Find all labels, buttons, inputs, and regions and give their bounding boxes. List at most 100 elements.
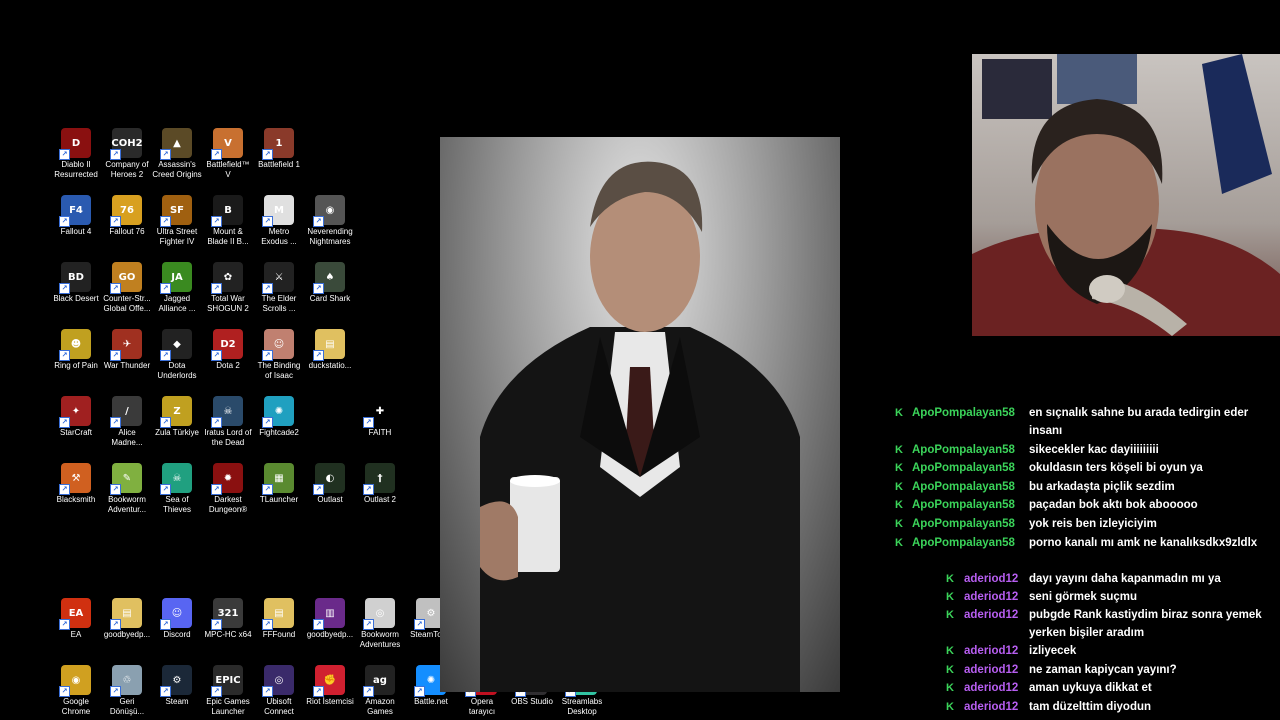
desktop-icon[interactable]: ☻ ↗ Ring of Pain bbox=[51, 329, 101, 371]
desktop-icon[interactable]: ◐ ↗ Outlast bbox=[305, 463, 355, 505]
desktop-icon[interactable]: ▥ ↗ goodbyedp... bbox=[305, 598, 355, 640]
shortcut-arrow-icon: ↗ bbox=[110, 417, 121, 428]
desktop-icon[interactable]: ♠ ↗ Card Shark bbox=[305, 262, 355, 304]
desktop-icon[interactable]: ◎ ↗ Ubisoft Connect bbox=[254, 665, 304, 717]
app-icon: ☺ ↗ bbox=[262, 329, 294, 361]
chat-username[interactable]: ApoPompalayan58 bbox=[912, 441, 1015, 459]
shortcut-arrow-icon: ↗ bbox=[414, 619, 425, 630]
desktop-icon[interactable]: M ↗ Metro Exodus ... bbox=[254, 195, 304, 247]
desktop-icon[interactable]: ✚ ↗ FAITH bbox=[355, 396, 405, 438]
desktop-icon[interactable]: D2 ↗ Dota 2 bbox=[203, 329, 253, 371]
desktop-icon[interactable]: ✦ ↗ StarCraft bbox=[51, 396, 101, 438]
chat-text: ne zaman kapiycan yayını? bbox=[1029, 664, 1177, 676]
desktop-icon[interactable]: 1 ↗ Battlefield 1 bbox=[254, 128, 304, 170]
desktop-icon[interactable]: ⚙ ↗ Steam bbox=[152, 665, 202, 707]
chat-username[interactable]: ApoPompalayan58 bbox=[912, 515, 1015, 533]
desktop-icon[interactable]: Z ↗ Zula Türkiye bbox=[152, 396, 202, 438]
desktop-icon-label: Geri Dönüşü... bbox=[109, 697, 145, 716]
chat-username[interactable]: ApoPompalayan58 bbox=[912, 534, 1015, 552]
desktop-icon[interactable]: ▤ ↗ duckstatio... bbox=[305, 329, 355, 371]
desktop-icon-label: Outlast bbox=[317, 495, 343, 504]
desktop-icon[interactable]: ▤ ↗ FFFound bbox=[254, 598, 304, 640]
desktop-icon[interactable]: 76 ↗ Fallout 76 bbox=[102, 195, 152, 237]
app-icon: SF ↗ bbox=[160, 195, 192, 227]
desktop-icon[interactable]: / ↗ Alice Madne... bbox=[102, 396, 152, 448]
chat-username[interactable]: ApoPompalayan58 bbox=[912, 459, 1015, 477]
desktop-icon[interactable]: B ↗ Mount & Blade II B... bbox=[203, 195, 253, 247]
chat-username[interactable]: aderiod12 bbox=[964, 570, 1018, 588]
desktop-icon[interactable]: V ↗ Battlefield™ V bbox=[203, 128, 253, 180]
desktop-icon[interactable]: ag ↗ Amazon Games bbox=[355, 665, 405, 717]
app-icon: Z ↗ bbox=[160, 396, 192, 428]
shortcut-arrow-icon: ↗ bbox=[313, 484, 324, 495]
chat-username[interactable]: aderiod12 bbox=[964, 642, 1018, 660]
chat-username[interactable]: aderiod12 bbox=[964, 698, 1018, 716]
desktop-icon[interactable]: ☺ ↗ The Binding of Isaac bbox=[254, 329, 304, 381]
desktop-icon[interactable]: ◉ ↗ Neverending Nightmares bbox=[305, 195, 355, 247]
desktop-icon[interactable]: ✈ ↗ War Thunder bbox=[102, 329, 152, 371]
desktop-icon[interactable]: D ↗ Diablo II Resurrected bbox=[51, 128, 101, 180]
shortcut-arrow-icon: ↗ bbox=[211, 484, 222, 495]
chat-message: Kaderiod12 tam düzelttim diyodun bbox=[890, 698, 1275, 716]
app-icon: ♲ ↗ bbox=[110, 665, 142, 697]
desktop-icon-label: Ultra Street Fighter IV bbox=[156, 227, 198, 246]
chat-message: K ApoPompalayan58 sikecekler kac dayiiiiii… bbox=[890, 441, 1275, 459]
app-icon: ♠ ↗ bbox=[313, 262, 345, 294]
desktop-icon[interactable]: BD ↗ Black Desert bbox=[51, 262, 101, 304]
shortcut-arrow-icon: ↗ bbox=[160, 283, 171, 294]
desktop-icon[interactable]: ◎ ↗ Bookworm Adventures bbox=[355, 598, 405, 650]
desktop-icon-label: The Binding of Isaac bbox=[257, 361, 301, 380]
chat-message: K ApoPompalayan58 paçadan bok aktı bok abo… bbox=[890, 496, 1275, 514]
chat-username[interactable]: ApoPompalayan58 bbox=[912, 478, 1015, 496]
shortcut-arrow-icon: ↗ bbox=[110, 686, 121, 697]
desktop-icon[interactable]: ▦ ↗ TLauncher bbox=[254, 463, 304, 505]
chat-username[interactable]: ApoPompalayan58 bbox=[912, 404, 1015, 422]
desktop-icon[interactable]: ✹ ↗ Darkest Dungeon® bbox=[203, 463, 253, 515]
desktop-icon[interactable]: ✎ ↗ Bookworm Adventur... bbox=[102, 463, 152, 515]
desktop-icon[interactable]: GO ↗ Counter-Str... Global Offe... bbox=[102, 262, 152, 314]
shortcut-arrow-icon: ↗ bbox=[313, 216, 324, 227]
shortcut-arrow-icon: ↗ bbox=[160, 686, 171, 697]
desktop-icon[interactable]: ▲ ↗ Assassin's Creed Origins bbox=[152, 128, 202, 180]
chat-username[interactable]: aderiod12 bbox=[964, 661, 1018, 679]
app-icon: ▦ ↗ bbox=[262, 463, 294, 495]
desktop-icon[interactable]: SF ↗ Ultra Street Fighter IV bbox=[152, 195, 202, 247]
desktop-icon[interactable]: EPIC ↗ Epic Games Launcher bbox=[203, 665, 253, 717]
shortcut-arrow-icon: ↗ bbox=[110, 350, 121, 361]
chat-username[interactable]: ApoPompalayan58 bbox=[912, 496, 1015, 514]
desktop-icon[interactable]: † ↗ Outlast 2 bbox=[355, 463, 405, 505]
desktop-icon[interactable]: ✊ ↗ Riot İstemcisi bbox=[305, 665, 355, 707]
desktop-icon[interactable]: JA ↗ Jagged Alliance ... bbox=[152, 262, 202, 314]
desktop-icon[interactable]: ⚒ ↗ Blacksmith bbox=[51, 463, 101, 505]
desktop-icon[interactable]: ✺ ↗ Fightcade2 bbox=[254, 396, 304, 438]
desktop-icon[interactable]: ▤ ↗ goodbyedp... bbox=[102, 598, 152, 640]
app-icon: M ↗ bbox=[262, 195, 294, 227]
desktop-icon[interactable]: 321 ↗ MPC-HC x64 bbox=[203, 598, 253, 640]
desktop-icon[interactable]: EA ↗ EA bbox=[51, 598, 101, 640]
desktop-icon[interactable]: ✿ ↗ Total War SHOGUN 2 bbox=[203, 262, 253, 314]
desktop-icon[interactable]: ◉ ↗ Google Chrome bbox=[51, 665, 101, 717]
shortcut-arrow-icon: ↗ bbox=[110, 619, 121, 630]
app-icon: D ↗ bbox=[59, 128, 91, 160]
chat-text: izliyecek bbox=[1029, 645, 1077, 657]
desktop-icon-label: Dota Underlords bbox=[157, 361, 197, 380]
portrait-figure bbox=[480, 161, 800, 692]
desktop-icon[interactable]: COH2 ↗ Company of Heroes 2 bbox=[102, 128, 152, 180]
chat-message: K ApoPompalayan58 porno kanalı mı amk ne k… bbox=[890, 534, 1275, 570]
chat-username[interactable]: aderiod12 bbox=[964, 588, 1018, 606]
chat-username[interactable]: aderiod12 bbox=[964, 679, 1018, 697]
desktop-icon[interactable]: ◆ ↗ Dota Underlords bbox=[152, 329, 202, 381]
kick-badge-icon: K bbox=[946, 664, 954, 676]
desktop-icon[interactable]: ☺ ↗ Discord bbox=[152, 598, 202, 640]
desktop-icon[interactable]: ☠ ↗ Sea of Thieves bbox=[152, 463, 202, 515]
desktop-icon[interactable]: ♲ ↗ Geri Dönüşü... bbox=[102, 665, 152, 717]
desktop-icon[interactable]: ⚔ ↗ The Elder Scrolls ... bbox=[254, 262, 304, 314]
app-icon: ✎ ↗ bbox=[110, 463, 142, 495]
chat-username[interactable]: aderiod12 bbox=[964, 606, 1018, 624]
app-icon: BD ↗ bbox=[59, 262, 91, 294]
desktop-icon[interactable]: ☠ ↗ Iratus Lord of the Dead bbox=[203, 396, 253, 448]
desktop-icon-label: Google Chrome bbox=[61, 697, 91, 716]
desktop-icon[interactable]: F4 ↗ Fallout 4 bbox=[51, 195, 101, 237]
desktop-icon-label: Battlefield 1 bbox=[258, 160, 300, 169]
app-icon: F4 ↗ bbox=[59, 195, 91, 227]
